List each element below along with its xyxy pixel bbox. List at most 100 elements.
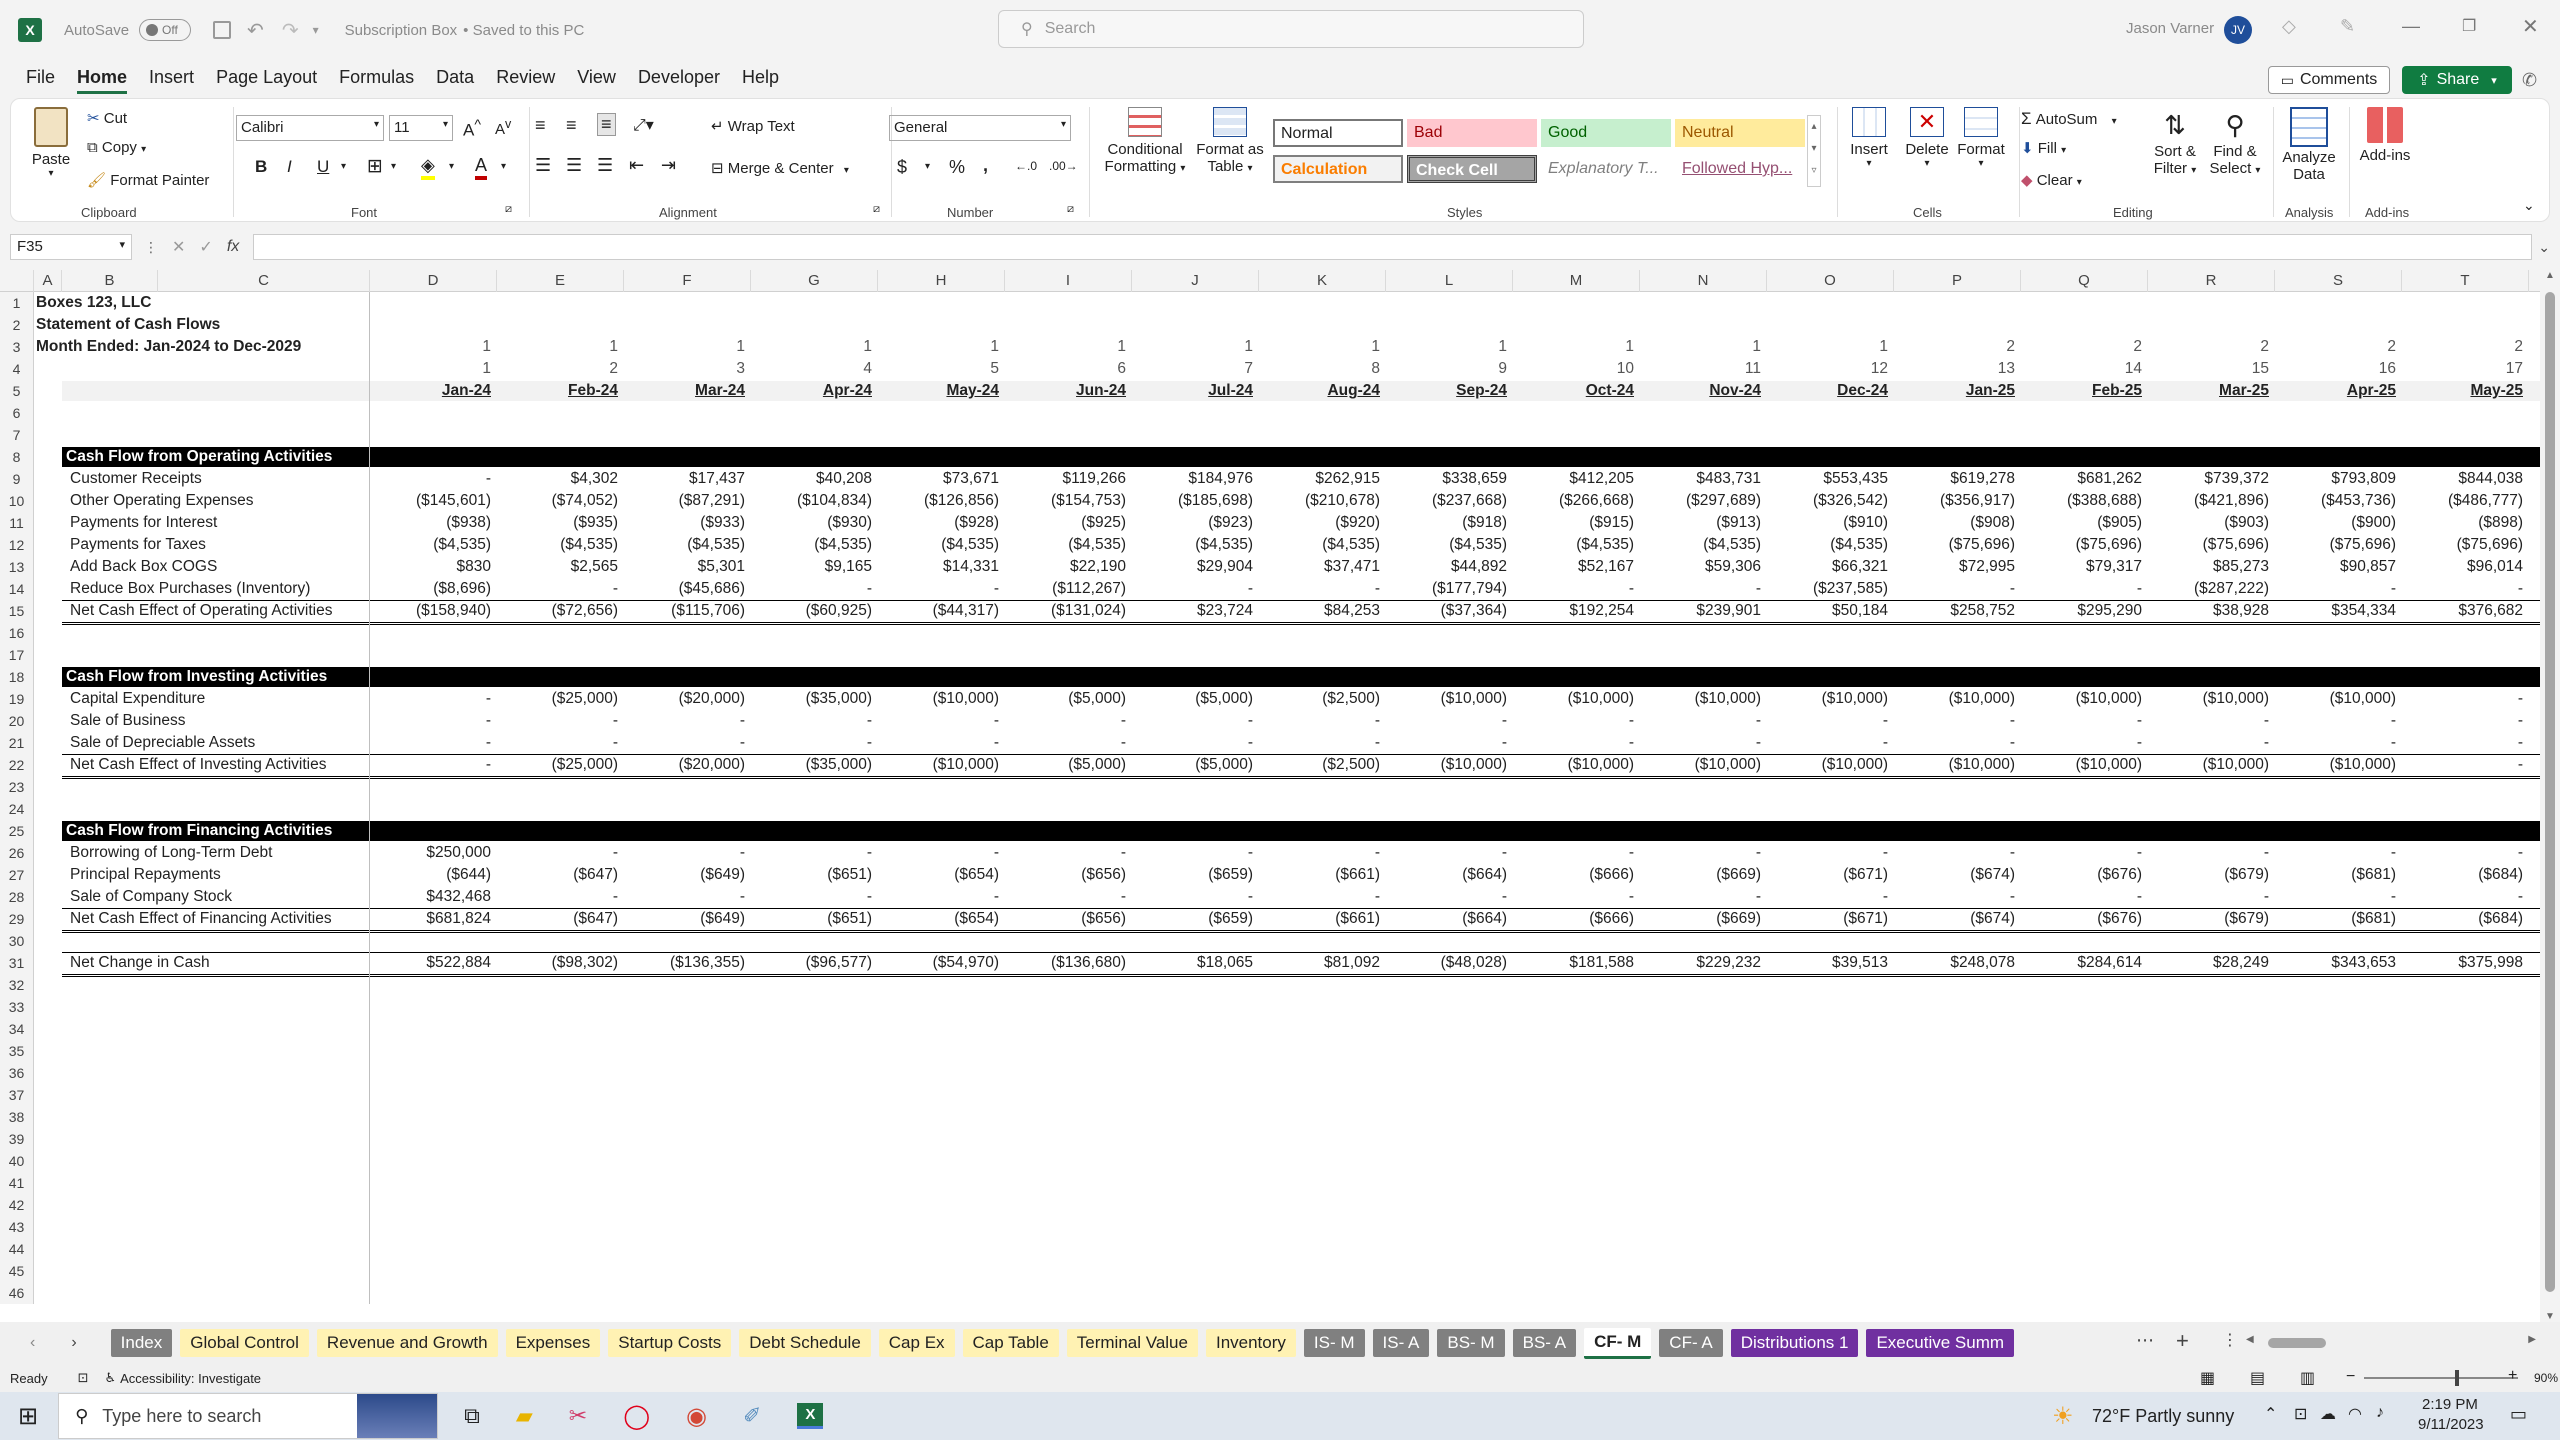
format-cells-button[interactable]: Format ▾ [1953, 107, 2009, 169]
row-header[interactable]: 16 [0, 622, 34, 644]
month-header-cell[interactable]: Dec-24 [1767, 380, 1888, 402]
zoom-in-icon[interactable]: + [2508, 1367, 2517, 1385]
value-cell[interactable]: ($266,668) [1513, 490, 1634, 512]
opera-icon[interactable]: ◯ [623, 1402, 650, 1431]
value-cell[interactable]: ($654) [878, 864, 999, 886]
value-cell[interactable]: ($4,535) [878, 534, 999, 556]
normal-view-icon[interactable]: ▦ [2200, 1368, 2215, 1388]
month-index-cell[interactable]: 16 [2275, 358, 2396, 380]
value-cell[interactable]: ($75,696) [2402, 534, 2523, 556]
value-cell[interactable]: $184,976 [1132, 468, 1253, 490]
clear-button[interactable]: ◆ Clear ▾ [2021, 171, 2082, 189]
value-cell[interactable]: $343,653 [2275, 952, 2396, 974]
borders-icon[interactable]: ⊞ [367, 155, 383, 178]
value-cell[interactable]: ($5,000) [1005, 688, 1126, 710]
value-cell[interactable]: $29,904 [1132, 556, 1253, 578]
value-cell[interactable]: ($10,000) [2021, 688, 2142, 710]
value-cell[interactable]: - [624, 842, 745, 864]
value-cell[interactable]: - [1640, 710, 1761, 732]
value-cell[interactable]: $830 [370, 556, 491, 578]
value-cell[interactable]: - [2148, 710, 2269, 732]
sort-filter-button[interactable]: ⇅ Sort & Filter ▾ [2145, 107, 2205, 177]
line-item-label[interactable]: Capital Expenditure [70, 688, 205, 710]
value-cell[interactable]: - [624, 732, 745, 754]
value-cell[interactable]: ($928) [878, 512, 999, 534]
year-index-cell[interactable]: 1 [370, 336, 491, 358]
align-right-icon[interactable]: ☰ [597, 155, 613, 176]
excel-taskbar-icon[interactable]: X [797, 1403, 824, 1429]
year-index-cell[interactable]: 1 [1005, 336, 1126, 358]
year-index-cell[interactable]: 2 [2402, 336, 2523, 358]
chevron-down-icon[interactable]: ▾ [449, 161, 454, 172]
row-header[interactable]: 28 [0, 886, 34, 908]
value-cell[interactable]: ($136,355) [624, 952, 745, 974]
increase-indent-icon[interactable]: ⇥ [661, 155, 676, 176]
value-cell[interactable]: ($4,535) [1767, 534, 1888, 556]
row-header[interactable]: 39 [0, 1128, 34, 1150]
enter-icon[interactable]: ✓ [199, 237, 212, 257]
value-cell[interactable]: $37,471 [1259, 556, 1380, 578]
value-cell[interactable]: ($661) [1259, 864, 1380, 886]
value-cell[interactable]: $248,078 [1894, 952, 2015, 974]
share-button[interactable]: ⇪ Share ▾ [2402, 66, 2512, 94]
value-cell[interactable]: $793,809 [2275, 468, 2396, 490]
value-cell[interactable]: - [2021, 842, 2142, 864]
value-cell[interactable]: - [2148, 842, 2269, 864]
value-cell[interactable]: ($10,000) [1767, 688, 1888, 710]
styles-scroll[interactable]: ▴ ▾ ▿ [1807, 115, 1821, 187]
sheet-tab[interactable]: Index [110, 1329, 173, 1357]
row-header[interactable]: 4 [0, 358, 34, 380]
line-item-label[interactable]: Borrowing of Long-Term Debt [70, 842, 272, 864]
value-cell[interactable]: - [1005, 842, 1126, 864]
value-cell[interactable]: $553,435 [1767, 468, 1888, 490]
chrome-icon[interactable]: ◉ [686, 1402, 707, 1431]
value-cell[interactable]: ($131,024) [1005, 600, 1126, 622]
value-cell[interactable]: ($938) [370, 512, 491, 534]
row-header[interactable]: 30 [0, 930, 34, 952]
value-cell[interactable]: - [1132, 842, 1253, 864]
value-cell[interactable]: ($297,689) [1640, 490, 1761, 512]
column-header-F[interactable]: F [624, 270, 751, 292]
value-cell[interactable]: - [2275, 710, 2396, 732]
value-cell[interactable]: - [370, 710, 491, 732]
value-cell[interactable]: ($177,794) [1386, 578, 1507, 600]
month-header-cell[interactable]: Aug-24 [1259, 380, 1380, 402]
value-cell[interactable]: ($10,000) [2148, 754, 2269, 776]
value-cell[interactable]: ($72,656) [497, 600, 618, 622]
row-header[interactable]: 17 [0, 644, 34, 666]
value-cell[interactable]: ($10,000) [878, 754, 999, 776]
month-header-cell[interactable]: Feb-25 [2021, 380, 2142, 402]
value-cell[interactable]: - [1259, 710, 1380, 732]
month-header-cell[interactable]: Jul-24 [1132, 380, 1253, 402]
column-header-A[interactable]: A [34, 270, 62, 292]
value-cell[interactable]: ($10,000) [1386, 754, 1507, 776]
row-header[interactable]: 43 [0, 1216, 34, 1238]
row-header[interactable]: 29 [0, 908, 34, 930]
value-cell[interactable]: ($4,535) [751, 534, 872, 556]
row-header[interactable]: 26 [0, 842, 34, 864]
value-cell[interactable]: ($486,777) [2402, 490, 2523, 512]
value-cell[interactable]: ($659) [1132, 908, 1253, 930]
value-cell[interactable]: - [1132, 886, 1253, 908]
row-header[interactable]: 1 [0, 292, 34, 314]
value-cell[interactable]: $262,915 [1259, 468, 1380, 490]
value-cell[interactable]: $40,208 [751, 468, 872, 490]
value-cell[interactable]: ($647) [497, 864, 618, 886]
value-cell[interactable]: ($4,535) [624, 534, 745, 556]
value-cell[interactable]: - [2021, 578, 2142, 600]
undo-icon[interactable]: ↶ [247, 18, 264, 43]
row-header[interactable]: 9 [0, 468, 34, 490]
value-cell[interactable]: ($10,000) [1386, 688, 1507, 710]
value-cell[interactable]: - [497, 842, 618, 864]
sheet-tab[interactable]: Executive Summ [1866, 1329, 2015, 1357]
value-cell[interactable]: ($4,535) [497, 534, 618, 556]
value-cell[interactable]: $338,659 [1386, 468, 1507, 490]
value-cell[interactable]: $522,884 [370, 952, 491, 974]
value-cell[interactable]: - [1894, 886, 2015, 908]
merge-center-button[interactable]: ⊟ Merge & Center ▾ [711, 159, 849, 177]
row-header[interactable]: 33 [0, 996, 34, 1018]
column-header-S[interactable]: S [2275, 270, 2402, 292]
value-cell[interactable]: ($4,535) [1513, 534, 1634, 556]
value-cell[interactable]: $18,065 [1132, 952, 1253, 974]
sheet-tab[interactable]: Expenses [505, 1329, 601, 1357]
